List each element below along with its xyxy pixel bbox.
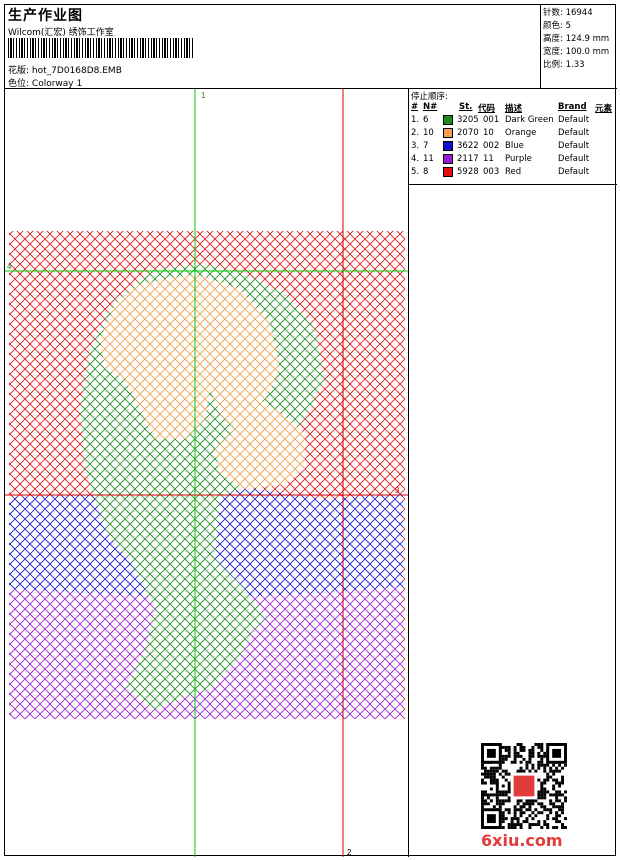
stop-sequence-title: 停止顺序: (411, 92, 448, 102)
production-worksheet: 生产作业图 Wilcom(汇宏) 绣饰工作室 花版: hot_7D0168D8.… (4, 4, 617, 857)
stop-cell-desc: Dark Green (505, 115, 554, 125)
stop-row: 3. 7 3622 002 Blue Default (411, 140, 615, 152)
stop-cell-idx: 5. (411, 167, 420, 177)
stop-cell-no: 10 (423, 128, 434, 138)
col-hash: # (411, 102, 419, 112)
colorway-line: 色位: Colorway 1 (8, 76, 82, 89)
spec-scale: 比例: 1.33 (543, 60, 585, 70)
spec-colors: 颜色: 5 (543, 21, 571, 31)
stop-row: 1. 6 3205 001 Dark Green Default (411, 114, 615, 126)
guide-label-3: 3 (395, 486, 400, 495)
stop-row: 2. 10 2070 10 Orange Default (411, 127, 615, 139)
stop-cell-idx: 3. (411, 141, 420, 151)
stop-cell-idx: 4. (411, 154, 420, 164)
colorway-label: 色位: (8, 79, 30, 89)
col-element: 元素 (595, 104, 613, 114)
color-swatch (443, 154, 453, 164)
stop-cell-desc: Red (505, 167, 522, 177)
design-filename: hot_7D0168D8.EMB (31, 66, 122, 76)
stop-cell-idx: 2. (411, 128, 420, 138)
guide-label-1: 1 (201, 91, 206, 100)
col-st: St. (459, 102, 473, 112)
stop-cell-st: 3622 (457, 141, 479, 151)
stop-cell-code: 002 (483, 141, 500, 151)
col-desc: 描述 (505, 104, 523, 114)
stop-cell-desc: Blue (505, 141, 524, 151)
watermark: 6xiu.com (481, 831, 563, 850)
stop-cell-code: 001 (483, 115, 500, 125)
col-no: N# (423, 102, 438, 112)
stop-cell-desc: Orange (505, 128, 537, 138)
guide-label-4: 4 (7, 262, 12, 271)
spec-stitches: 针数: 16944 (543, 8, 593, 18)
color-swatch (443, 128, 453, 138)
stop-cell-brand: Default (558, 141, 590, 151)
stop-cell-no: 8 (423, 167, 429, 177)
col-brand: Brand (558, 102, 587, 112)
qr-code (481, 743, 567, 829)
spec-width: 宽度: 100.0 mm (543, 47, 610, 57)
color-swatch (443, 167, 453, 177)
stop-cell-st: 5928 (457, 167, 479, 177)
stop-cell-desc: Purple (505, 154, 532, 164)
stop-cell-brand: Default (558, 167, 590, 177)
design-preview: 1 2 3 4 (5, 89, 409, 857)
stop-cell-no: 7 (423, 141, 429, 151)
specs-panel: 针数: 16944 颜色: 5 高度: 124.9 mm 宽度: 100.0 m… (541, 5, 617, 89)
stop-table-header: # N# St. 代码 描述 Brand 元素 (411, 102, 615, 114)
design-line: 花版: hot_7D0168D8.EMB (8, 63, 122, 76)
embroidery-canvas: 1 2 3 4 (5, 89, 408, 857)
stop-cell-st: 3205 (457, 115, 479, 125)
col-code: 代码 (478, 104, 496, 114)
stop-cell-code: 10 (483, 128, 494, 138)
stop-cell-code: 11 (483, 154, 494, 164)
stop-cell-idx: 1. (411, 115, 420, 125)
stop-row: 4. 11 2117 11 Purple Default (411, 153, 615, 165)
guide-label-2: 2 (347, 848, 352, 857)
stop-cell-brand: Default (558, 154, 590, 164)
header-panel: 生产作业图 Wilcom(汇宏) 绣饰工作室 花版: hot_7D0168D8.… (5, 5, 541, 89)
design-label: 花版: (8, 66, 30, 76)
stop-cell-code: 003 (483, 167, 500, 177)
stop-cell-no: 11 (423, 154, 434, 164)
stop-cell-no: 6 (423, 115, 429, 125)
stop-cell-brand: Default (558, 115, 590, 125)
stop-cell-st: 2117 (457, 154, 479, 164)
stop-cell-st: 2070 (457, 128, 479, 138)
barcode (8, 38, 193, 58)
stop-sequence-panel: 停止顺序: # N# St. 代码 描述 Brand 元素 1. 6 3205 001… (409, 89, 617, 185)
page-title: 生产作业图 (8, 8, 83, 24)
stop-row: 5. 8 5928 003 Red Default (411, 166, 615, 178)
studio-name: Wilcom(汇宏) 绣饰工作室 (8, 28, 114, 38)
color-swatch (443, 141, 453, 151)
colorway-value: Colorway 1 (31, 79, 83, 89)
spec-height: 高度: 124.9 mm (543, 34, 610, 44)
color-swatch (443, 115, 453, 125)
stop-cell-brand: Default (558, 128, 590, 138)
